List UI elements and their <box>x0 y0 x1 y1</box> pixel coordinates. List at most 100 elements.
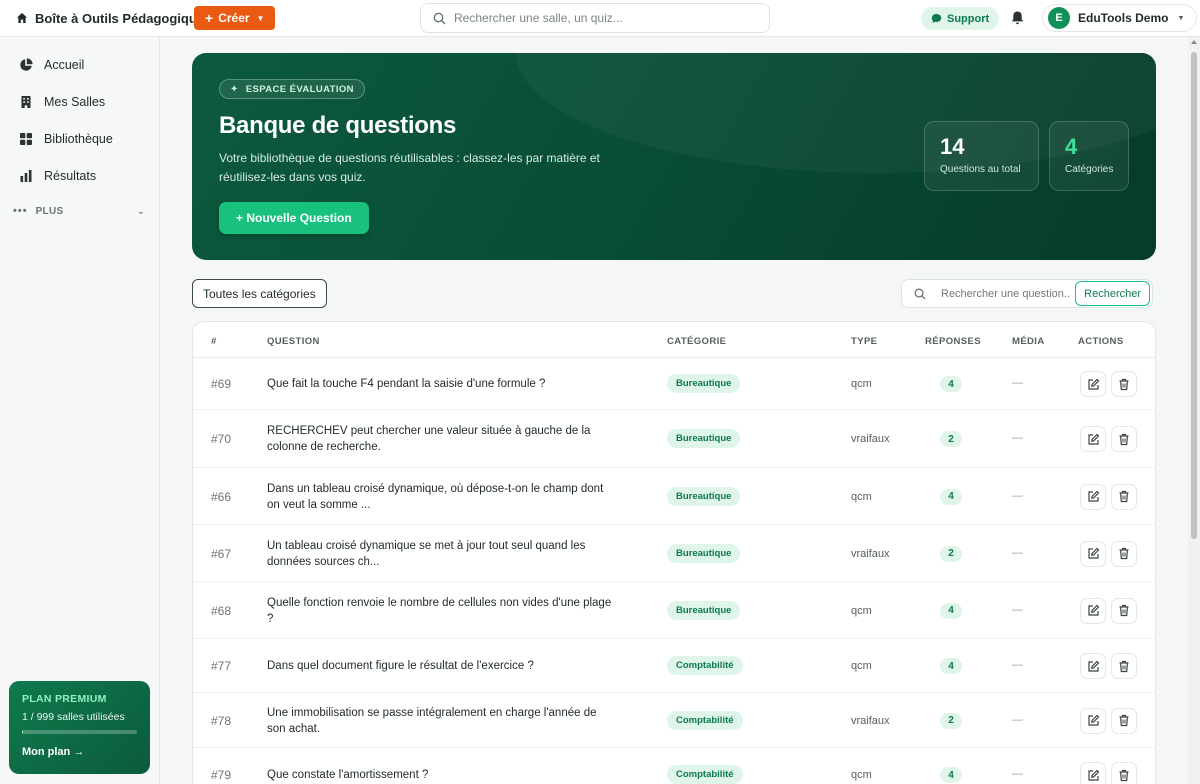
sidebar-item-accueil[interactable]: Accueil <box>0 46 159 83</box>
main-content: ✦ ESPACE ÉVALUATION Banque de questions … <box>160 37 1188 784</box>
edit-icon <box>1087 433 1100 446</box>
answers-count-badge: 4 <box>940 602 962 619</box>
caret-down-icon: ▼ <box>1177 14 1185 22</box>
table-row[interactable]: #77 Dans quel document figure le résultat… <box>193 639 1155 693</box>
delete-button[interactable] <box>1111 483 1137 510</box>
delete-button[interactable] <box>1111 371 1137 397</box>
plus-icon: + <box>205 10 214 26</box>
delete-button[interactable] <box>1111 707 1137 734</box>
table-row[interactable]: #67 Un tableau croisé dynamique se met à … <box>193 525 1155 582</box>
brand[interactable]: Boîte à Outils Pédagogique <box>16 11 204 26</box>
edit-button[interactable] <box>1080 483 1106 510</box>
stat-total-questions: 14 Questions au total <box>924 121 1039 191</box>
question-search-input[interactable] <box>941 287 1071 300</box>
edit-icon <box>1087 769 1100 782</box>
table-row[interactable]: #66 Dans un tableau croisé dynamique, où … <box>193 468 1155 525</box>
page-title: Banque de questions <box>219 112 456 139</box>
sidebar-more-toggle[interactable]: ••• PLUS ⌄ <box>0 194 159 228</box>
support-button[interactable]: Support <box>921 7 1000 30</box>
table-body: #69 Que fait la touche F4 pendant la sais… <box>193 358 1155 784</box>
media-value: — <box>1012 713 1023 726</box>
scroll-up-arrow-icon[interactable] <box>1191 40 1197 44</box>
trash-icon <box>1118 547 1130 560</box>
edit-button[interactable] <box>1080 426 1106 452</box>
user-name: EduTools Demo <box>1078 11 1169 25</box>
sidebar-more-label: PLUS <box>35 205 64 217</box>
question-type: qcm <box>851 378 872 390</box>
category-badge: Bureautique <box>667 600 741 620</box>
plan-card: PLAN PREMIUM 1 / 999 salles utilisées Mo… <box>9 681 150 774</box>
dots-icon: ••• <box>13 205 28 217</box>
stat-label: Catégories <box>1065 164 1114 175</box>
delete-button[interactable] <box>1111 762 1137 784</box>
edit-icon <box>1087 660 1100 673</box>
trash-icon <box>1118 660 1130 673</box>
table-row[interactable]: #79 Que constate l'amortissement ? Comptab… <box>193 748 1155 784</box>
avatar: E <box>1048 7 1070 29</box>
plan-link[interactable]: Mon plan → <box>22 746 137 758</box>
new-question-button[interactable]: + Nouvelle Question <box>219 202 369 234</box>
page-scrollbar[interactable] <box>1188 37 1200 784</box>
table-row[interactable]: #78 Une immobilisation se passe intégrale… <box>193 693 1155 748</box>
edit-button[interactable] <box>1080 707 1106 734</box>
edit-button[interactable] <box>1080 371 1106 397</box>
answers-count-badge: 4 <box>940 488 962 505</box>
delete-button[interactable] <box>1111 426 1137 452</box>
category-badge: Comptabilité <box>667 765 743 784</box>
stat-label: Questions au total <box>940 164 1021 175</box>
sidebar-item-label: Bibliothèque <box>44 131 113 146</box>
home-icon <box>17 13 27 23</box>
media-value: — <box>1012 377 1023 389</box>
category-badge: Bureautique <box>667 486 741 506</box>
plan-progress-bar <box>22 730 137 734</box>
edit-button[interactable] <box>1080 762 1106 784</box>
questions-table: # QUESTION CATÉGORIE TYPE RÉPONSES MÉDIA… <box>192 321 1156 784</box>
sidebar-item-mes-salles[interactable]: Mes Salles <box>0 83 159 120</box>
global-search[interactable] <box>420 3 770 33</box>
question-id: #66 <box>211 489 232 504</box>
sidebar-item-label: Mes Salles <box>44 94 106 109</box>
create-label: Créer <box>218 11 250 25</box>
sidebar-item-resultats[interactable]: Résultats <box>0 157 159 194</box>
delete-button[interactable] <box>1111 653 1137 679</box>
question-text: Dans quel document figure le résultat de… <box>267 660 534 672</box>
sidebar-item-label: Accueil <box>44 57 85 72</box>
stat-categories: 4 Catégories <box>1049 121 1129 191</box>
question-type: qcm <box>851 604 872 617</box>
search-button[interactable]: Rechercher <box>1075 281 1150 306</box>
category-select[interactable]: Toutes les catégories <box>192 279 327 308</box>
edit-button[interactable] <box>1080 540 1106 567</box>
edit-icon <box>1087 714 1100 727</box>
page-description: Votre bibliothèque de questions réutilis… <box>219 151 600 184</box>
edit-button[interactable] <box>1080 597 1106 624</box>
table-row[interactable]: #68 Quelle fonction renvoie le nombre de … <box>193 582 1155 639</box>
media-value: — <box>1012 432 1023 444</box>
media-value: — <box>1012 489 1023 502</box>
question-id: #67 <box>211 546 232 561</box>
category-badge: Comptabilité <box>667 656 743 675</box>
table-row[interactable]: #69 Que fait la touche F4 pendant la sais… <box>193 358 1155 410</box>
category-badge: Comptabilité <box>667 710 743 730</box>
user-menu[interactable]: E EduTools Demo ▼ <box>1042 4 1198 32</box>
question-type: qcm <box>851 660 872 672</box>
scrollbar-thumb[interactable] <box>1191 52 1197 539</box>
global-search-input[interactable] <box>454 11 754 25</box>
delete-button[interactable] <box>1111 597 1137 624</box>
create-button[interactable]: + Créer ▼ <box>194 6 276 30</box>
column-header-answers: RÉPONSES <box>925 336 981 347</box>
trash-icon <box>1118 714 1130 727</box>
chevron-down-icon: ⌄ <box>137 205 145 216</box>
hero-banner: ✦ ESPACE ÉVALUATION Banque de questions … <box>192 53 1156 260</box>
table-row[interactable]: #70 RECHERCHEV peut chercher une valeur s… <box>193 410 1155 468</box>
delete-button[interactable] <box>1111 540 1137 567</box>
question-text: Que constate l'amortissement ? <box>267 769 429 781</box>
edit-button[interactable] <box>1080 653 1106 679</box>
bell-icon[interactable] <box>1010 10 1025 26</box>
question-search[interactable]: Rechercher <box>901 279 1153 308</box>
question-type: qcm <box>851 490 872 503</box>
question-id: #78 <box>211 713 232 728</box>
edit-icon <box>1087 547 1100 560</box>
media-value: — <box>1012 659 1023 671</box>
sidebar-item-bibliotheque[interactable]: Bibliothèque <box>0 120 159 157</box>
top-bar: Boîte à Outils Pédagogique + Créer ▼ Sup… <box>0 0 1200 37</box>
